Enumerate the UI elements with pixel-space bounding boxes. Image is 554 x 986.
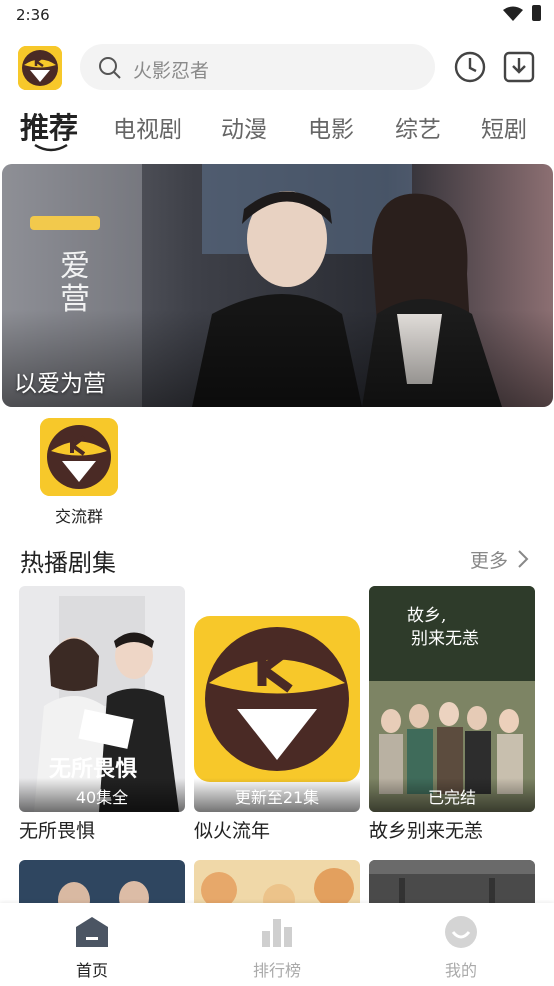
search-placeholder: 火影忍者	[133, 60, 210, 82]
drama-poster: 无所畏惧 40集全	[19, 586, 185, 812]
drama-poster: 更新至21集	[194, 586, 360, 812]
tab-recommend[interactable]: 推荐	[20, 105, 78, 147]
episode-badge: 40集全	[19, 778, 185, 812]
drama-poster	[19, 860, 185, 904]
home-icon	[76, 917, 108, 947]
status-bar: 2:36	[0, 0, 554, 30]
wifi-icon	[503, 6, 523, 21]
banner-title: 以爱为营	[14, 371, 106, 397]
nav-home[interactable]: 首页	[47, 915, 137, 981]
svg-text:别来无恙: 别来无恙	[411, 629, 479, 649]
bottom-nav: 首页 排行榜 我的	[0, 903, 554, 986]
tab-anime[interactable]: 动漫	[221, 110, 267, 144]
episode-badge: 更新至21集	[194, 778, 360, 812]
status-time: 2:36	[16, 6, 50, 24]
drama-title: 无所畏惧	[19, 820, 96, 842]
history-icon[interactable]	[453, 50, 487, 84]
group-logo-icon	[40, 418, 118, 496]
chevron-right-icon[interactable]	[516, 549, 530, 569]
nav-ranking-label: 排行榜	[252, 961, 301, 980]
nav-home-label: 首页	[75, 961, 108, 980]
tab-short-drama[interactable]: 短剧	[481, 110, 527, 144]
battery-icon	[532, 5, 541, 21]
group-label: 交流群	[54, 507, 103, 526]
nav-profile-label: 我的	[444, 961, 477, 980]
tab-variety[interactable]: 综艺	[395, 110, 441, 144]
tab-movie[interactable]: 电影	[308, 110, 354, 144]
drama-title: 故乡别来无恙	[369, 820, 484, 842]
smiley-icon	[445, 916, 477, 948]
app-logo-icon[interactable]	[18, 46, 62, 90]
drama-poster	[369, 860, 535, 904]
svg-text:故乡,: 故乡,	[407, 606, 446, 626]
nav-ranking[interactable]: 排行榜	[232, 915, 322, 981]
bar-chart-icon	[262, 919, 292, 947]
drama-card-partial[interactable]	[19, 860, 185, 904]
drama-card-partial[interactable]	[194, 860, 360, 904]
drama-title: 似火流年	[194, 820, 271, 842]
category-tabs: 推荐 电视剧 动漫 电影 综艺 短剧	[0, 104, 554, 154]
drama-card[interactable]: 故乡, 别来无恙 已完结 故乡别来无恙	[369, 586, 535, 843]
drama-card[interactable]: 无所畏惧 40集全 无所畏惧	[19, 586, 185, 843]
group-shortcut[interactable]: 交流群	[40, 418, 118, 527]
hero-banner[interactable]: 爱 营 以爱为营	[2, 164, 553, 407]
section-title: 热播剧集	[20, 549, 116, 577]
search-bar[interactable]: 火影忍者	[80, 44, 435, 90]
drama-poster	[194, 860, 360, 904]
episode-badge: 已完结	[369, 778, 535, 812]
top-header: 火影忍者	[0, 40, 554, 96]
more-link[interactable]: 更多	[470, 546, 508, 573]
search-icon	[99, 57, 121, 79]
tab-tv-series[interactable]: 电视剧	[113, 110, 182, 144]
tab-active-indicator	[34, 143, 68, 152]
drama-card-partial[interactable]	[369, 860, 535, 904]
nav-profile[interactable]: 我的	[416, 915, 506, 981]
drama-card[interactable]: 更新至21集 似火流年	[194, 586, 360, 843]
download-icon[interactable]	[502, 50, 536, 84]
drama-poster: 故乡, 别来无恙 已完结	[369, 586, 535, 812]
